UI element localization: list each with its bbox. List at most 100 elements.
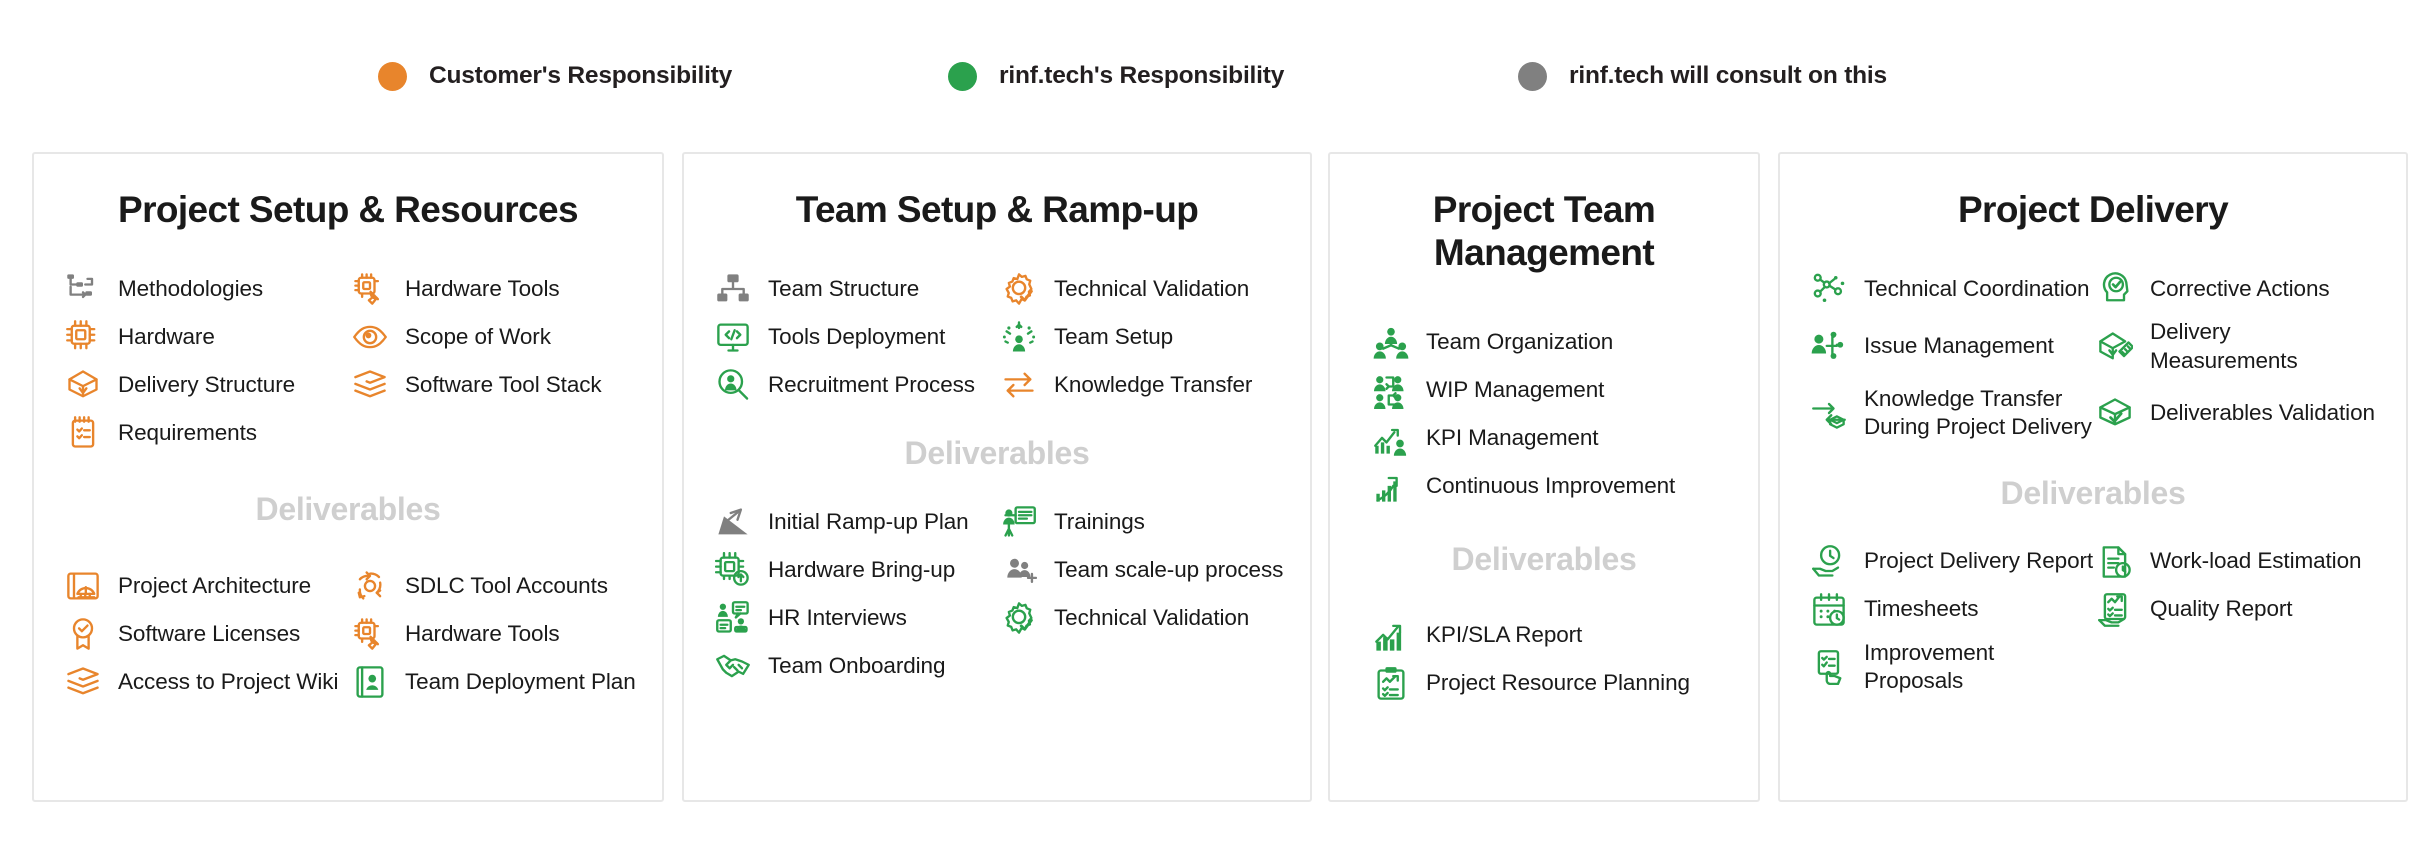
blueprint-icon	[64, 567, 102, 605]
item-list: Team Organization WIP Management KPI Manag…	[1330, 319, 1758, 511]
list-item: Knowledge Transfer	[1000, 361, 1286, 409]
list-item: Hardware Tools	[351, 610, 638, 658]
card-title: Project Team Management	[1432, 189, 1656, 274]
list-item: Technical Coordination	[1810, 265, 2096, 313]
ramp-arrow-icon	[714, 503, 752, 541]
list-item: Project Resource Planning	[1372, 660, 1740, 708]
chart-up-icon	[1372, 617, 1410, 655]
list-item: Corrective Actions	[2096, 265, 2382, 313]
checklist-note-icon	[64, 414, 102, 452]
list-item: Project Architecture	[64, 562, 351, 610]
list-item-label: Requirements	[118, 420, 257, 446]
list-item-label: Hardware Tools	[405, 621, 560, 647]
calendar-clock-icon	[1810, 591, 1848, 629]
doc-clock-icon	[2096, 543, 2134, 581]
deliverables-heading: Deliverables	[904, 435, 1090, 472]
list-item: Recruitment Process	[714, 361, 1000, 409]
gear-check-icon	[1000, 270, 1038, 308]
monitor-code-icon	[714, 318, 752, 356]
list-item-label: Project Architecture	[118, 573, 312, 599]
hand-report-icon	[2096, 591, 2134, 629]
deliverables-heading: Deliverables	[2000, 474, 2186, 511]
list-item-label: KPI Management	[1426, 425, 1599, 451]
list-item-label: Scope of Work	[405, 324, 551, 350]
list-item: Work-load Estimation	[2096, 538, 2382, 586]
list-item: Initial Ramp-up Plan	[714, 498, 1000, 546]
interview-icon	[714, 599, 752, 637]
list-item: Software Licenses	[64, 610, 351, 658]
list-item-label: Team Setup	[1054, 324, 1174, 350]
list-item: Timesheets	[1810, 586, 2096, 634]
people-add-icon	[1000, 551, 1038, 589]
list-item-label: Continuous Improvement	[1426, 473, 1676, 499]
list-item: Project Delivery Report	[1810, 538, 2096, 586]
eye-icon	[351, 318, 389, 356]
list-item-label: Project Delivery Report	[1864, 548, 2094, 574]
list-item-label: Corrective Actions	[2150, 276, 2330, 302]
list-item: Improvement Proposals	[1810, 634, 2096, 701]
card-grid: Project Setup & Resources Methodologies Ha…	[0, 0, 2436, 848]
list-item-label: Software Licenses	[118, 621, 301, 647]
responsibility-matrix-page: Customer's Responsibility rinf.tech's Res…	[0, 0, 2436, 848]
list-item: Team Setup	[1000, 313, 1286, 361]
list-item: Deliverables Validation	[2096, 380, 2382, 447]
list-item: Tools Deployment	[714, 313, 1000, 361]
list-item-label: Team Onboarding	[768, 653, 946, 679]
list-item-label: Hardware Bring-up	[768, 557, 956, 583]
person-sparkle-icon	[1000, 318, 1038, 356]
gear-check-icon	[1000, 599, 1038, 637]
list-item: HR Interviews	[714, 594, 1000, 642]
list-item: Team Organization	[1372, 319, 1740, 367]
list-item: SDLC Tool Accounts	[351, 562, 638, 610]
list-item-label: Hardware	[118, 324, 215, 350]
deliverables-list: KPI/SLA Report Project Resource Planning	[1330, 612, 1758, 708]
head-check-icon	[2096, 270, 2134, 308]
list-item-label: HR Interviews	[768, 605, 907, 631]
box-ruler-icon	[2096, 328, 2134, 366]
list-item-label: Work-load Estimation	[2150, 548, 2362, 574]
list-item-label: Team Deployment Plan	[405, 669, 636, 695]
card: Team Setup & Ramp-up Team Structure Techni…	[682, 152, 1312, 802]
list-item-label: Deliverables Validation	[2150, 400, 2375, 426]
chip-wrench-icon	[351, 615, 389, 653]
list-item: Delivery Structure	[64, 361, 351, 409]
card: Project Setup & Resources Methodologies Ha…	[32, 152, 664, 802]
list-item: Hardware Tools	[351, 265, 638, 313]
list-item-label: SDLC Tool Accounts	[405, 573, 608, 599]
list-item: Team scale-up process	[1000, 546, 1286, 594]
layers-icon	[64, 663, 102, 701]
person-nodes-icon	[1810, 328, 1848, 366]
layers-icon	[351, 366, 389, 404]
list-item-label: Recruitment Process	[768, 372, 975, 398]
list-item-label: Access to Project Wiki	[118, 669, 339, 695]
list-item: Technical Validation	[1000, 594, 1286, 642]
workflow-icon	[64, 270, 102, 308]
list-item-label: Delivery Measurements	[2150, 319, 2298, 373]
list-item-label: Technical Validation	[1054, 276, 1250, 302]
nodes-network-icon	[1810, 270, 1848, 308]
chip-icon	[64, 318, 102, 356]
list-item: Trainings	[1000, 498, 1286, 546]
open-box-icon	[64, 366, 102, 404]
list-item: Hardware	[64, 313, 351, 361]
list-item-label: Delivery Structure	[118, 372, 296, 398]
presentation-icon	[1000, 503, 1038, 541]
card-title: Project Delivery	[1957, 189, 2229, 230]
list-item-label: Initial Ramp-up Plan	[768, 509, 969, 535]
card-title: Project Setup & Resources	[118, 189, 579, 230]
list-item-label: Team Organization	[1426, 329, 1614, 355]
list-item-label: Improvement Proposals	[1864, 639, 1995, 693]
list-item: Issue Management	[1810, 313, 2096, 380]
list-item: Team Onboarding	[714, 642, 1000, 690]
list-item: Team Deployment Plan	[351, 658, 638, 706]
person-search-icon	[714, 366, 752, 404]
handshake-icon	[714, 647, 752, 685]
list-item: Methodologies	[64, 265, 351, 313]
deliverables-heading: Deliverables	[1451, 540, 1637, 577]
list-item: Technical Validation	[1000, 265, 1286, 313]
list-item: Requirements	[64, 409, 351, 457]
list-item-label: Timesheets	[1864, 596, 1979, 622]
chip-wrench-icon	[351, 270, 389, 308]
item-list: Team Structure Technical Validation Tools …	[684, 265, 1310, 409]
list-item-label: Methodologies	[118, 276, 264, 302]
